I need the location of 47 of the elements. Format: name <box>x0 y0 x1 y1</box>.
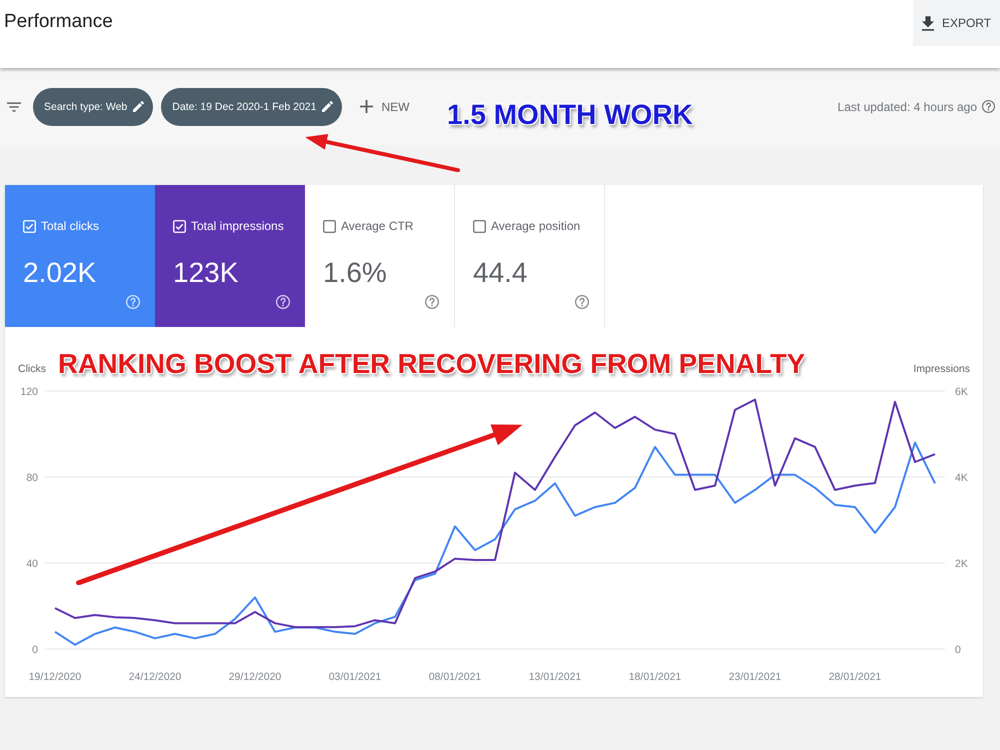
tick-label: 23/01/2021 <box>728 671 782 683</box>
metric-label: Average position <box>491 219 580 234</box>
metric-value: 123K <box>173 256 240 290</box>
pencil-icon[interactable] <box>322 101 334 112</box>
tick-label: 6K <box>955 386 968 398</box>
tick-label: 24/12/2020 <box>128 671 182 683</box>
tick-label: 19/12/2020 <box>28 671 82 683</box>
tick-label: 0 <box>32 644 38 656</box>
metric-label: Average CTR <box>341 219 414 234</box>
tick-label: 18/01/2021 <box>628 671 682 683</box>
metric-value: 2.02K <box>23 256 98 290</box>
page-title: Performance <box>4 10 113 34</box>
tick-label: 120 <box>20 386 38 398</box>
metric-card[interactable]: Average CTR 1.6% <box>305 185 455 327</box>
last-updated-text: Last updated: 4 hours ago <box>838 100 977 114</box>
annotation-text: RANKING BOOST AFTER RECOVERING FROM PENALTY <box>58 347 806 381</box>
annotation-text: 1.5 MONTH WORK <box>447 99 693 131</box>
metric-card[interactable]: Average position 44.4 <box>455 185 605 327</box>
plus-icon <box>360 100 374 113</box>
tick-label: 29/12/2020 <box>228 671 282 683</box>
metric-label: Total impressions <box>191 219 284 234</box>
tick-label: 80 <box>26 472 38 484</box>
tick-label: 13/01/2021 <box>528 671 582 683</box>
filter-chip[interactable]: Search type: Web <box>33 88 154 126</box>
filter-icon[interactable] <box>7 102 21 112</box>
checkbox-icon[interactable] <box>323 220 336 233</box>
help-icon[interactable] <box>982 100 995 113</box>
checkbox-icon[interactable] <box>473 220 486 233</box>
tick-label: 28/01/2021 <box>828 671 882 683</box>
metric-value: 1.6% <box>323 256 388 290</box>
axis-title: Impressions <box>913 363 970 375</box>
axis-title: Clicks <box>18 363 46 375</box>
download-icon <box>922 16 934 30</box>
tick-label: 08/01/2021 <box>428 671 482 683</box>
tick-label: 03/01/2021 <box>328 671 382 683</box>
metric-label: Total clicks <box>41 219 100 234</box>
tick-label: 4K <box>955 472 968 484</box>
tick-label: 2K <box>955 558 968 570</box>
help-icon[interactable] <box>575 295 589 309</box>
pencil-icon[interactable] <box>133 101 144 112</box>
filter-chip[interactable]: Date: 19 Dec 2020-1 Feb 2021 <box>161 88 342 126</box>
metric-value: 44.4 <box>473 256 528 290</box>
help-icon[interactable] <box>425 295 439 309</box>
tick-label: 0 <box>955 644 961 656</box>
export-button[interactable]: EXPORT <box>913 0 1000 46</box>
new-filter-button[interactable]: NEW <box>356 100 414 114</box>
tick-label: 40 <box>26 558 38 570</box>
